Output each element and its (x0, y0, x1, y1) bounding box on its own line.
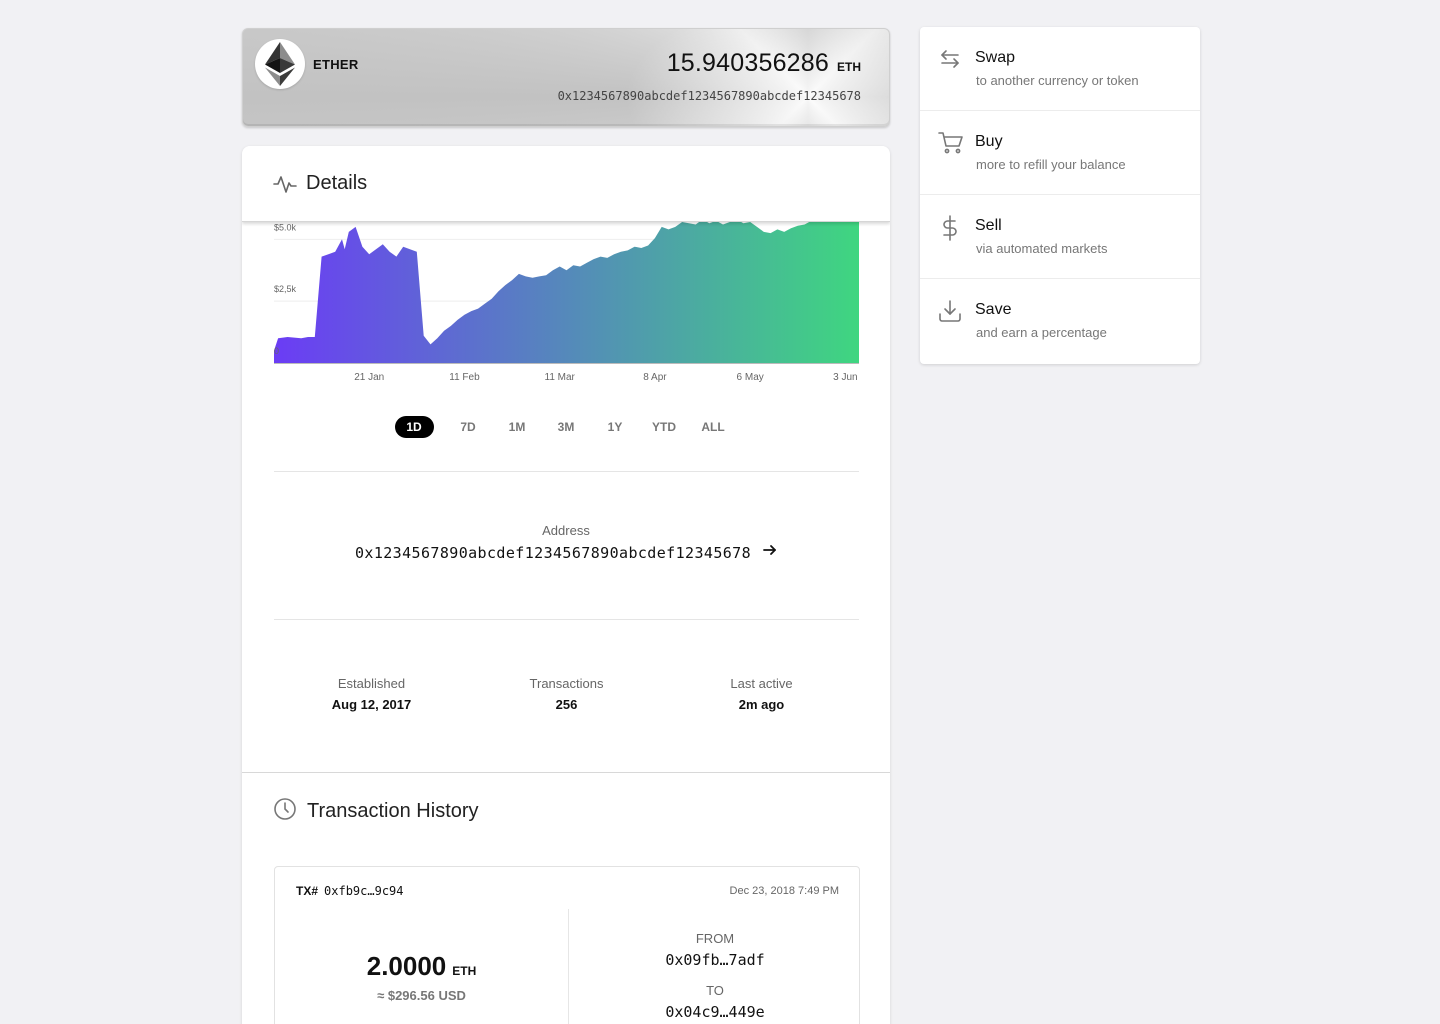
action-buy[interactable]: Buy more to refill your balance (920, 111, 1200, 195)
x-tick-label: 6 May (737, 372, 764, 383)
transaction-hash[interactable]: 0xfb9c…9c94 (324, 884, 403, 898)
x-tick-label: 8 Apr (643, 372, 667, 383)
from-address[interactable]: 0x09fb…7adf (569, 951, 861, 969)
stat-transactions: Transactions 256 (469, 676, 664, 712)
wallet-balance-unit: ETH (837, 60, 861, 74)
transaction-amount-unit: ETH (452, 964, 477, 978)
transaction-card[interactable]: TX# 0xfb9c…9c94 Dec 23, 2018 7:49 PM 2.00… (274, 866, 860, 1024)
action-title: Save (975, 301, 1012, 318)
clock-icon (273, 797, 297, 826)
action-subtitle: to another currency or token (976, 73, 1139, 88)
range-button-1m[interactable]: 1M (493, 416, 542, 438)
address-label: Address (542, 523, 590, 538)
range-button-1y[interactable]: 1Y (591, 416, 640, 438)
price-chart-svg: 0 $2,5k $5.0k 21 Jan 11 Feb 11 Mar 8 Apr 6 May… (274, 222, 859, 383)
range-button-all[interactable]: ALL (689, 416, 738, 438)
stat-last-active: Last active 2m ago (664, 676, 859, 712)
action-swap[interactable]: Swap to another currency or token (920, 27, 1200, 111)
actions-panel: Swap to another currency or token Buy mo… (920, 27, 1200, 364)
range-button-7d[interactable]: 7D (444, 416, 493, 438)
history-header: Transaction History (273, 797, 479, 826)
action-save[interactable]: Save and earn a percentage (920, 279, 1200, 363)
activity-pulse-icon (273, 172, 297, 201)
action-title: Buy (975, 133, 1003, 150)
divider (274, 619, 859, 620)
wallet-card: ETHER 15.940356286 ETH 0x1234567890abcde… (242, 28, 890, 127)
action-subtitle: more to refill your balance (976, 157, 1126, 172)
swap-arrows-icon (938, 47, 962, 71)
transaction-id-label: TX# (296, 884, 319, 898)
price-area-series (274, 222, 859, 363)
stat-established: Established Aug 12, 2017 (274, 676, 469, 712)
transaction-amount-value: 2.0000 (366, 951, 447, 981)
history-title: Transaction History (307, 800, 479, 822)
action-title: Swap (975, 49, 1016, 66)
y-tick-label: $2,5k (274, 284, 297, 294)
stats-row: Established Aug 12, 2017 Transactions 25… (274, 676, 859, 712)
from-label: FROM (695, 931, 735, 946)
x-tick-label: 11 Feb (449, 372, 480, 383)
x-tick-label: 3 Jun (833, 372, 857, 383)
transaction-usd-value: ≈ $296.56 USD (377, 988, 466, 1003)
transaction-id[interactable]: TX# 0xfb9c…9c94 (296, 884, 404, 898)
divider (274, 471, 859, 472)
y-tick-label: $5.0k (274, 222, 297, 232)
wallet-address[interactable]: 0x1234567890abcdef1234567890abcdef123456… (558, 89, 861, 103)
stat-value: 2m ago (738, 697, 785, 712)
wallet-name: ETHER (313, 57, 359, 72)
action-subtitle: and earn a percentage (976, 325, 1107, 340)
details-header: Details (242, 146, 890, 222)
range-button-1d[interactable]: 1D (394, 416, 434, 438)
action-sell[interactable]: Sell via automated markets (920, 195, 1200, 279)
address-row[interactable]: 0x1234567890abcdef1234567890abcdef123456… (242, 543, 890, 562)
range-button-3m[interactable]: 3M (542, 416, 591, 438)
x-tick-label: 11 Mar (545, 372, 576, 383)
transaction-amount: 2.0000 ETH (275, 951, 568, 982)
details-panel: Details 0 $2,5k $5.0k 21 Jan 11 Feb 11 Mar 8 … (242, 146, 890, 1024)
stat-label: Transactions (529, 676, 604, 691)
stat-label: Established (337, 676, 406, 691)
download-icon (938, 299, 962, 323)
address-value[interactable]: 0x1234567890abcdef1234567890abcdef123456… (355, 544, 751, 562)
stat-value: Aug 12, 2017 (331, 697, 412, 712)
to-label: TO (706, 983, 724, 998)
transaction-date: Dec 23, 2018 7:49 PM (729, 885, 839, 897)
range-selector: 1D 7D 1M 3M 1Y YTD ALL (242, 416, 890, 438)
dollar-icon (938, 215, 962, 241)
wallet-balance: 15.940356286 ETH (667, 49, 861, 78)
arrow-right-icon[interactable] (763, 543, 777, 562)
ethereum-icon (255, 39, 305, 89)
stat-value: 256 (555, 697, 578, 712)
price-chart: 0 $2,5k $5.0k 21 Jan 11 Feb 11 Mar 8 Apr 6 May… (242, 222, 890, 392)
wallet-balance-amount: 15.940356286 (666, 49, 829, 77)
stat-label: Last active (730, 676, 793, 691)
x-tick-label: 21 Jan (354, 372, 384, 383)
to-address[interactable]: 0x04c9…449e (569, 1003, 861, 1021)
cart-icon (938, 131, 963, 155)
y-tick-label: 0 (274, 346, 279, 356)
details-title: Details (306, 172, 368, 194)
range-button-ytd[interactable]: YTD (640, 416, 689, 438)
action-title: Sell (975, 217, 1002, 234)
section-divider (242, 772, 890, 773)
action-subtitle: via automated markets (976, 241, 1108, 256)
